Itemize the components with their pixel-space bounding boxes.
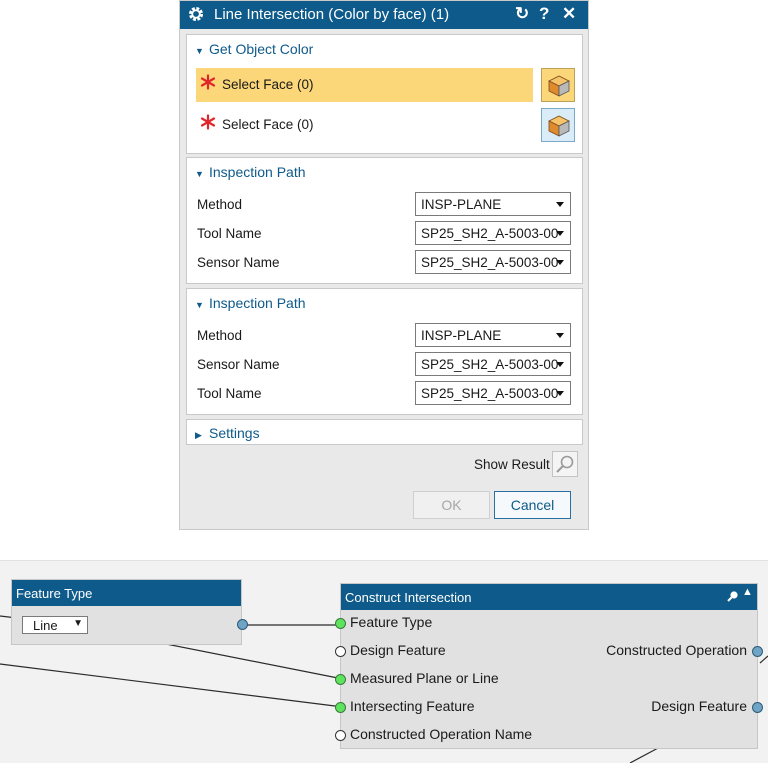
face-icon (548, 115, 570, 137)
expand-triangle-icon: ▼ (195, 46, 204, 56)
dropdown-arrow-icon (556, 333, 564, 338)
output-label-design-feature: Design Feature (651, 698, 747, 714)
wire-intersecting-feature (0, 663, 344, 708)
method-select[interactable]: INSP-PLANE (415, 192, 571, 216)
input-label-measured-plane: Measured Plane or Line (350, 670, 499, 686)
inspection-path-group-2: ▼ Inspection Path Method INSP-PLANE Senso… (186, 288, 583, 415)
input-port-intersecting-feature[interactable] (335, 702, 346, 713)
input-port-operation-name[interactable] (335, 730, 346, 741)
tool-name-label: Tool Name (197, 386, 262, 401)
group-heading: Get Object Color (209, 41, 314, 57)
dialog-title: Line Intersection (Color by face) (1) (214, 6, 450, 23)
select-value: Line (33, 618, 58, 633)
face-icon (548, 75, 570, 97)
select-face-label: Select Face (0) (222, 117, 314, 132)
show-result-label: Show Result (474, 457, 550, 472)
show-result-button[interactable] (552, 451, 578, 477)
close-icon[interactable]: ✕ (562, 4, 576, 24)
select-value: SP25_SH2_A-5003-00 (421, 255, 559, 270)
tool-name-select[interactable]: SP25_SH2_A-5003-00 (415, 221, 571, 245)
ok-button[interactable]: OK (413, 491, 490, 519)
tool-name-label: Tool Name (197, 226, 262, 241)
select-face-label: Select Face (0) (222, 77, 314, 92)
get-object-color-group: ▼ Get Object Color Select Face (0) Selec… (186, 34, 583, 154)
search-icon[interactable] (726, 589, 740, 603)
node-graph-canvas[interactable]: Feature Type Line ▼ Construct Intersecti… (0, 560, 768, 763)
method-label: Method (197, 197, 243, 212)
node-header[interactable]: Construct Intersection ▲ (341, 584, 757, 610)
line-intersection-dialog: Line Intersection (Color by face) (1) ↻ … (179, 0, 589, 530)
cancel-button[interactable]: Cancel (494, 491, 571, 519)
input-label-feature-type: Feature Type (350, 614, 433, 630)
reset-icon[interactable]: ↻ (515, 4, 529, 24)
select-value: INSP-PLANE (421, 197, 502, 212)
dropdown-arrow-icon (556, 202, 564, 207)
wire-out-upper (759, 655, 768, 664)
input-port-measured-plane[interactable] (335, 674, 346, 685)
gear-icon (188, 6, 204, 22)
select-face-row-2[interactable]: Select Face (0) (196, 108, 533, 142)
sensor-name-label: Sensor Name (197, 357, 280, 372)
dropdown-arrow-icon (556, 391, 564, 396)
collapsed-triangle-icon: ▶ (195, 430, 202, 440)
select-face-row-1[interactable]: Select Face (0) (196, 68, 533, 102)
dropdown-arrow-icon: ▼ (73, 618, 83, 629)
settings-group[interactable]: ▶ Settings (186, 419, 583, 445)
help-icon[interactable]: ? (539, 4, 549, 24)
collapse-arrow-icon[interactable]: ▲ (742, 586, 753, 598)
output-port-constructed-operation[interactable] (752, 646, 763, 657)
select-value: SP25_SH2_A-5003-00 (421, 226, 559, 241)
dropdown-arrow-icon (556, 231, 564, 236)
required-star-icon (200, 74, 216, 90)
sensor-name-select[interactable]: SP25_SH2_A-5003-00 (415, 250, 571, 274)
inspection-path-header[interactable]: ▼ Inspection Path (195, 164, 306, 180)
group-heading: Inspection Path (209, 295, 306, 311)
node-title: Construct Intersection (345, 590, 472, 605)
construct-intersection-node[interactable]: Construct Intersection ▲ (340, 583, 758, 749)
dropdown-arrow-icon (556, 362, 564, 367)
select-face-button-2[interactable] (541, 108, 575, 142)
magnifier-icon (556, 455, 574, 473)
sensor-name-select[interactable]: SP25_SH2_A-5003-00 (415, 352, 571, 376)
node-title: Feature Type (16, 586, 93, 601)
sensor-name-label: Sensor Name (197, 255, 280, 270)
output-label-constructed-operation: Constructed Operation (606, 642, 747, 658)
input-port-design-feature[interactable] (335, 646, 346, 657)
inspection-path-header[interactable]: ▼ Inspection Path (195, 295, 306, 311)
select-face-button-1[interactable] (541, 68, 575, 102)
feature-type-node[interactable]: Feature Type Line ▼ (11, 579, 242, 645)
input-label-design-feature: Design Feature (350, 642, 446, 658)
node-header[interactable]: Feature Type (12, 580, 241, 606)
dialog-title-bar[interactable]: Line Intersection (Color by face) (1) ↻ … (180, 1, 588, 29)
method-label: Method (197, 328, 243, 343)
group-heading: Inspection Path (209, 164, 306, 180)
get-object-color-header[interactable]: ▼ Get Object Color (195, 41, 313, 57)
select-value: SP25_SH2_A-5003-00 (421, 386, 559, 401)
required-star-icon (200, 114, 216, 130)
feature-type-output-port[interactable] (237, 619, 248, 630)
output-port-design-feature[interactable] (752, 702, 763, 713)
inspection-path-group-1: ▼ Inspection Path Method INSP-PLANE Tool … (186, 157, 583, 284)
settings-header[interactable]: ▶ Settings (195, 425, 260, 441)
select-value: SP25_SH2_A-5003-00 (421, 357, 559, 372)
input-label-operation-name: Constructed Operation Name (350, 726, 533, 742)
expand-triangle-icon: ▼ (195, 300, 204, 310)
dropdown-arrow-icon (556, 260, 564, 265)
input-label-intersecting-feature: Intersecting Feature (350, 698, 475, 714)
expand-triangle-icon: ▼ (195, 169, 204, 179)
select-value: INSP-PLANE (421, 328, 502, 343)
input-port-feature-type[interactable] (335, 618, 346, 629)
group-heading: Settings (209, 425, 260, 441)
method-select[interactable]: INSP-PLANE (415, 323, 571, 347)
tool-name-select[interactable]: SP25_SH2_A-5003-00 (415, 381, 571, 405)
feature-type-select[interactable]: Line ▼ (22, 616, 88, 634)
wire-out-lower (629, 746, 661, 763)
